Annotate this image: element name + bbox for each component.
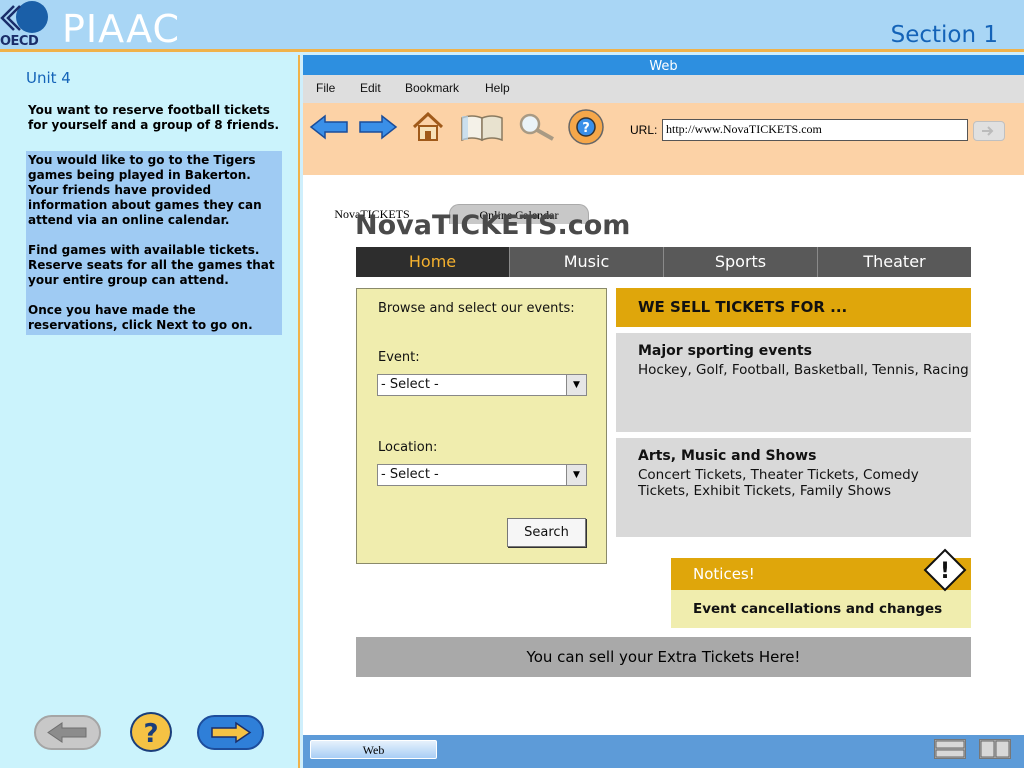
menu-edit[interactable]: Edit xyxy=(360,81,381,95)
search-button[interactable]: Search xyxy=(507,518,586,547)
warning-diamond-icon: ! xyxy=(923,548,967,592)
browser-window: Web File Edit Bookmark Help ? URL: http:… xyxy=(303,55,1024,768)
go-arrow-icon xyxy=(982,126,994,136)
unit-label: Unit 4 xyxy=(26,69,71,87)
info-title: Major sporting events xyxy=(638,343,812,359)
section-label: Section 1 xyxy=(890,22,998,48)
menu-file[interactable]: File xyxy=(316,81,335,95)
instruction-panel: Unit 4 You want to reserve football tick… xyxy=(0,55,300,768)
event-label: Event: xyxy=(378,350,420,365)
site-title: NovaTICKETS.com xyxy=(355,210,631,241)
browser-title: Web xyxy=(303,55,1024,75)
back-button[interactable] xyxy=(34,715,101,750)
svg-text:?: ? xyxy=(582,121,590,136)
help-lifebuoy-icon[interactable]: ? xyxy=(566,108,606,146)
home-icon[interactable] xyxy=(411,112,445,142)
tile-vertical-icon[interactable] xyxy=(979,739,1011,759)
forward-arrow-icon[interactable] xyxy=(358,112,398,142)
task-paragraph: You would like to go to the Tigers games… xyxy=(28,153,262,227)
nav-home[interactable]: Home xyxy=(356,247,509,277)
browse-events-panel: Browse and select our events: Event: - S… xyxy=(356,288,607,564)
nav-music[interactable]: Music xyxy=(509,247,663,277)
task-paragraph: Once you have made the reservations, cli… xyxy=(28,303,253,332)
info-box-sports: Major sporting events Hockey, Golf, Foot… xyxy=(616,333,971,432)
browser-toolbar: ? URL: http://www.NovaTICKETS.com NovaTI… xyxy=(303,103,1024,224)
svg-text:?: ? xyxy=(143,719,158,749)
location-select-value: - Select - xyxy=(381,467,439,482)
tile-vertical-glyph xyxy=(980,740,1010,758)
app-title: PIAAC xyxy=(62,7,181,51)
tile-horizontal-glyph xyxy=(935,740,965,758)
svg-text:!: ! xyxy=(940,559,950,584)
sell-extra-tickets-link[interactable]: You can sell your Extra Tickets Here! xyxy=(356,637,971,677)
next-button[interactable] xyxy=(197,715,264,750)
go-button[interactable] xyxy=(973,121,1005,141)
arrow-right-icon xyxy=(211,721,252,744)
menu-bar: File Edit Bookmark Help xyxy=(303,75,1024,103)
nav-sports[interactable]: Sports xyxy=(663,247,817,277)
menu-bookmark[interactable]: Bookmark xyxy=(405,81,459,95)
taskbar-web-button[interactable]: Web xyxy=(310,740,437,759)
chevron-down-icon: ▼ xyxy=(566,375,586,395)
bookmarks-book-icon[interactable] xyxy=(459,112,505,142)
event-select[interactable]: - Select - ▼ xyxy=(377,374,587,396)
tile-horizontal-icon[interactable] xyxy=(934,739,966,759)
nav-theater[interactable]: Theater xyxy=(817,247,971,277)
chevron-down-icon: ▼ xyxy=(566,465,586,485)
site-nav: Home Music Sports Theater xyxy=(356,247,971,277)
sell-header: WE SELL TICKETS FOR ... xyxy=(616,288,971,327)
menu-help[interactable]: Help xyxy=(485,81,510,95)
info-text: Hockey, Golf, Football, Basketball, Tenn… xyxy=(638,362,969,378)
header-bar: OECD PIAAC Section 1 xyxy=(0,0,1024,52)
browse-label: Browse and select our events: xyxy=(378,301,575,316)
help-button[interactable]: ? xyxy=(130,712,172,752)
notices-link[interactable]: Event cancellations and changes xyxy=(671,590,971,628)
arrow-left-icon xyxy=(47,722,87,743)
location-label: Location: xyxy=(378,440,438,455)
info-text: Concert Tickets, Theater Tickets, Comedy… xyxy=(638,467,919,499)
back-arrow-icon[interactable] xyxy=(309,112,349,142)
url-input[interactable]: http://www.NovaTICKETS.com xyxy=(662,119,968,141)
question-icon: ? xyxy=(143,719,158,749)
task-paragraph: Find games with available tickets. Reser… xyxy=(28,243,275,287)
location-select[interactable]: - Select - ▼ xyxy=(377,464,587,486)
intro-text: You want to reserve football tickets for… xyxy=(28,103,280,132)
oecd-logo-text: OECD xyxy=(0,34,39,49)
info-title: Arts, Music and Shows xyxy=(638,448,817,464)
event-select-value: - Select - xyxy=(381,377,439,392)
search-magnifier-icon[interactable] xyxy=(515,112,563,142)
url-label: URL: xyxy=(630,123,658,137)
info-box-arts: Arts, Music and Shows Concert Tickets, T… xyxy=(616,438,971,537)
taskbar: Web xyxy=(303,735,1024,768)
task-box: You would like to go to the Tigers games… xyxy=(26,151,282,335)
